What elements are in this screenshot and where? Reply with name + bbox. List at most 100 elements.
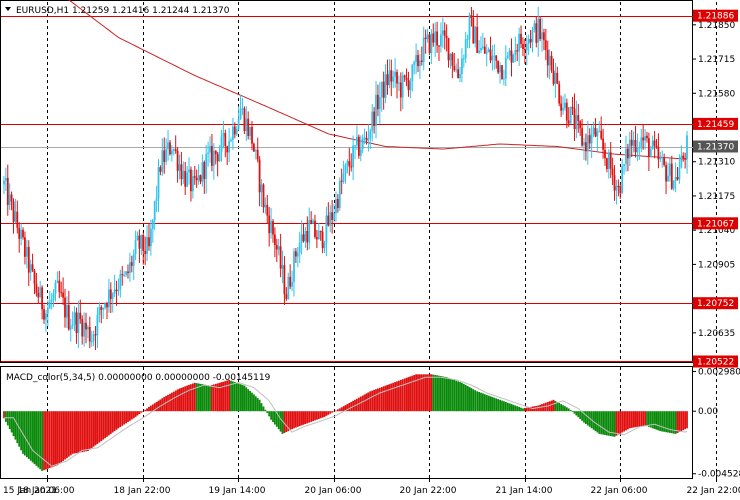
macd-bar — [321, 411, 324, 418]
candle-body — [268, 215, 271, 234]
candle-body — [43, 309, 45, 320]
candle-body — [468, 15, 471, 39]
macd-bar — [31, 411, 34, 463]
candle-body — [5, 178, 7, 181]
macd-bar — [56, 411, 59, 466]
candle-body — [186, 172, 188, 187]
candle-body — [296, 252, 299, 257]
candle-body — [117, 289, 120, 292]
macd-bar — [253, 394, 255, 412]
candle-body — [165, 149, 167, 162]
macd-bar — [241, 384, 244, 412]
macd-bar — [138, 411, 141, 414]
macd-bar — [504, 402, 507, 412]
macd-bar — [445, 377, 448, 412]
macd-bar — [646, 411, 648, 427]
macd-bar — [457, 381, 459, 412]
macd-bar — [644, 411, 646, 426]
candle-body — [54, 282, 57, 294]
candle-body — [384, 74, 387, 98]
candle-body — [401, 75, 404, 98]
candle-body — [686, 135, 688, 159]
macd-bar — [319, 411, 322, 419]
candle-body — [289, 276, 292, 287]
candle-body — [201, 162, 204, 182]
candle-body — [134, 239, 137, 254]
macd-bar — [88, 411, 91, 450]
macd-bar — [361, 395, 364, 412]
macd-bar — [323, 411, 326, 417]
candle-body — [382, 81, 385, 98]
candle-body — [409, 81, 412, 91]
macd-bar — [155, 402, 158, 412]
candle-body — [436, 31, 438, 46]
candle-body — [420, 60, 423, 62]
candle-body — [31, 264, 34, 271]
candle-body — [3, 180, 5, 185]
candle-body — [441, 30, 444, 35]
macd-bar — [604, 411, 606, 435]
candle-body — [190, 169, 192, 192]
candle-body — [129, 262, 131, 273]
candle-body — [161, 150, 164, 172]
candle-body — [567, 120, 570, 124]
candle-body — [399, 82, 402, 98]
candle-body — [623, 164, 625, 167]
macd-bar — [550, 400, 553, 412]
macd-bar — [520, 407, 522, 412]
candle-body — [493, 55, 496, 57]
time-tick-label: 20 Jan 22:00 — [400, 486, 457, 496]
candle-body — [60, 292, 63, 294]
candle-body — [35, 283, 38, 293]
macd-bar — [659, 411, 662, 432]
macd-bar — [565, 407, 568, 412]
candle-body — [348, 161, 351, 167]
candle-body — [109, 289, 112, 299]
macd-bar — [140, 411, 143, 413]
macd-bar — [388, 384, 391, 412]
candle-body — [609, 152, 612, 169]
time-tick-label: 21 Jan 14:00 — [496, 486, 553, 496]
candle-body — [445, 35, 448, 38]
macd-bar — [258, 399, 261, 412]
candle-body — [102, 307, 105, 310]
level-label: 1.20752 — [697, 299, 734, 309]
candle-body — [380, 81, 383, 98]
macd-bar — [201, 384, 204, 412]
candle-body — [438, 45, 440, 47]
candle-body — [546, 49, 549, 66]
macd-bar — [602, 411, 604, 435]
candle-body — [235, 129, 238, 135]
chart-canvas[interactable]: 1.21850 1.21715 1.21580 1.21310 1.21175 1.210… — [0, 0, 740, 500]
macd-bar — [378, 387, 381, 412]
candle-body — [214, 150, 217, 155]
candle-body — [26, 246, 28, 257]
macd-bar — [628, 411, 631, 429]
candle-body — [651, 140, 654, 150]
macd-bar — [436, 375, 438, 412]
macd-bar — [180, 387, 183, 412]
macd-bar — [302, 411, 305, 425]
candle-body — [470, 15, 473, 18]
macd-bar — [77, 411, 80, 453]
candle-body — [73, 312, 76, 325]
macd-bar — [638, 411, 641, 427]
macd-bar — [657, 411, 660, 431]
macd-bar — [424, 374, 427, 412]
candle-body — [508, 50, 511, 56]
macd-bar — [524, 408, 526, 412]
candle-body — [485, 51, 488, 54]
macd-bar — [291, 411, 293, 430]
candle-body — [153, 201, 156, 221]
candle-body — [335, 199, 337, 214]
macd-tick-label: -0.004528 — [698, 470, 740, 480]
candle-body — [115, 289, 118, 291]
macd-bar — [243, 385, 246, 412]
macd-bar — [363, 394, 366, 412]
macd-bar — [66, 411, 68, 459]
macd-bar — [449, 378, 452, 412]
candle-body — [188, 169, 190, 173]
candle-body — [277, 246, 280, 250]
candle-body — [283, 265, 286, 295]
candle-body — [281, 265, 284, 269]
